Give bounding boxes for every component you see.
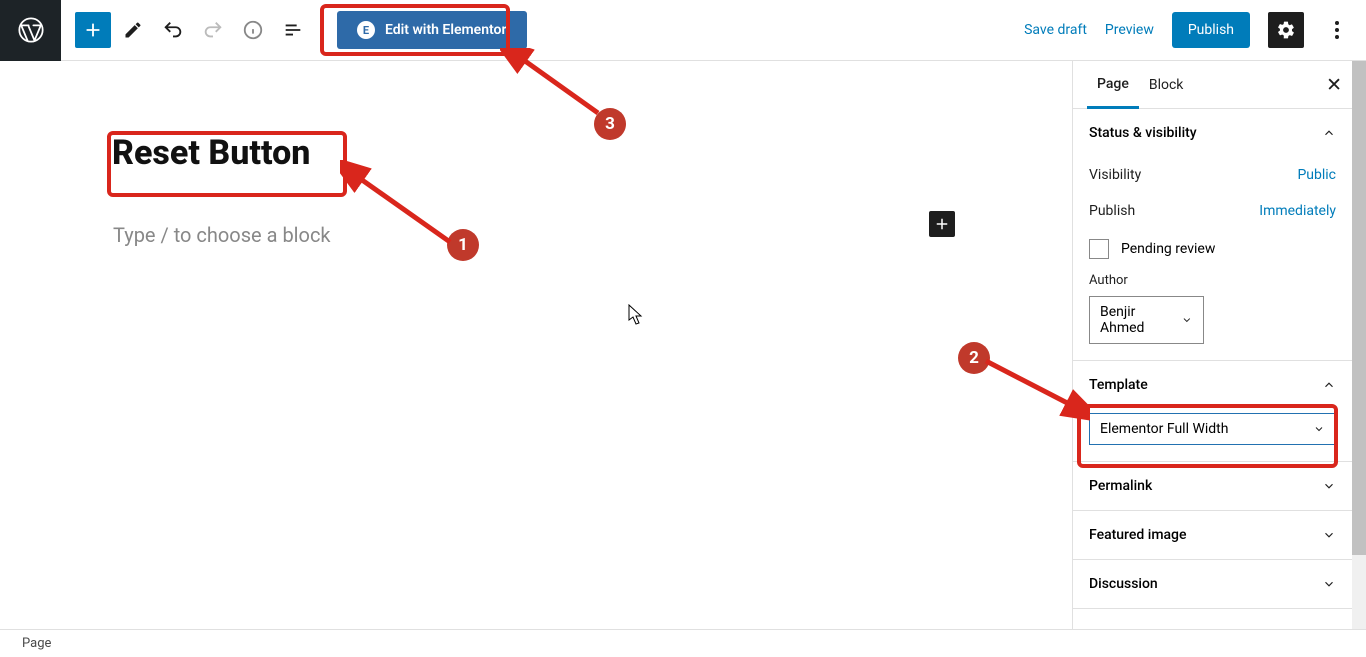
publish-value[interactable]: Immediately xyxy=(1259,203,1336,219)
visibility-label: Visibility xyxy=(1089,167,1141,183)
featured-image-label: Featured image xyxy=(1089,527,1187,543)
discussion-label: Discussion xyxy=(1089,576,1158,592)
elementor-icon: E xyxy=(357,21,375,39)
template-select-value: Elementor Full Width xyxy=(1100,421,1228,437)
status-visibility-panel[interactable]: Status & visibility xyxy=(1073,109,1352,157)
tab-block[interactable]: Block xyxy=(1139,61,1194,109)
scrollbar-thumb[interactable] xyxy=(1352,75,1366,555)
discussion-panel[interactable]: Discussion xyxy=(1073,560,1352,608)
chevron-down-icon xyxy=(1322,577,1336,591)
block-placeholder[interactable]: Type / to choose a block xyxy=(113,223,331,247)
undo-icon[interactable] xyxy=(155,12,191,48)
info-icon[interactable] xyxy=(235,12,271,48)
chevron-down-icon xyxy=(1322,479,1336,493)
edit-with-elementor-label: Edit with Elementor xyxy=(385,22,507,38)
author-label: Author xyxy=(1089,269,1336,292)
tab-page[interactable]: Page xyxy=(1087,61,1139,109)
publish-button[interactable]: Publish xyxy=(1172,12,1250,48)
publish-label: Publish xyxy=(1089,203,1135,219)
add-block-inline-button[interactable] xyxy=(929,211,955,237)
checkbox-icon xyxy=(1089,239,1109,259)
close-sidebar-button[interactable]: ✕ xyxy=(1326,73,1342,96)
scrollbar-up-arrow[interactable] xyxy=(1352,61,1366,75)
page-title[interactable]: Reset Button xyxy=(112,133,310,173)
template-label: Template xyxy=(1089,377,1148,393)
status-visibility-label: Status & visibility xyxy=(1089,125,1197,141)
chevron-down-icon xyxy=(1322,528,1336,542)
settings-button[interactable] xyxy=(1268,12,1304,48)
save-draft-link[interactable]: Save draft xyxy=(1024,22,1087,38)
visibility-value[interactable]: Public xyxy=(1297,167,1336,183)
featured-image-panel[interactable]: Featured image xyxy=(1073,511,1352,559)
author-select-value: Benjir Ahmed xyxy=(1100,304,1181,336)
chevron-down-icon xyxy=(1181,314,1193,326)
chevron-up-icon xyxy=(1322,126,1336,140)
permalink-panel[interactable]: Permalink xyxy=(1073,462,1352,510)
chevron-down-icon xyxy=(1313,423,1325,435)
add-block-button[interactable] xyxy=(75,12,111,48)
author-select[interactable]: Benjir Ahmed xyxy=(1089,296,1204,344)
breadcrumb-text: Page xyxy=(22,636,51,651)
preview-link[interactable]: Preview xyxy=(1105,22,1154,38)
breadcrumb-footer: Page xyxy=(0,629,1366,657)
pending-review-checkbox[interactable]: Pending review xyxy=(1089,229,1336,269)
permalink-label: Permalink xyxy=(1089,478,1152,494)
pending-review-label: Pending review xyxy=(1121,241,1215,257)
more-options-button[interactable] xyxy=(1322,12,1352,48)
redo-icon xyxy=(195,12,231,48)
chevron-up-icon xyxy=(1322,378,1336,392)
template-panel[interactable]: Template xyxy=(1073,361,1352,409)
edit-with-elementor-button[interactable]: E Edit with Elementor xyxy=(337,11,527,49)
template-select[interactable]: Elementor Full Width xyxy=(1089,413,1336,445)
outline-icon[interactable] xyxy=(275,12,311,48)
scrollbar-track[interactable] xyxy=(1352,61,1366,643)
wordpress-logo[interactable] xyxy=(0,0,61,61)
edit-icon[interactable] xyxy=(115,12,151,48)
